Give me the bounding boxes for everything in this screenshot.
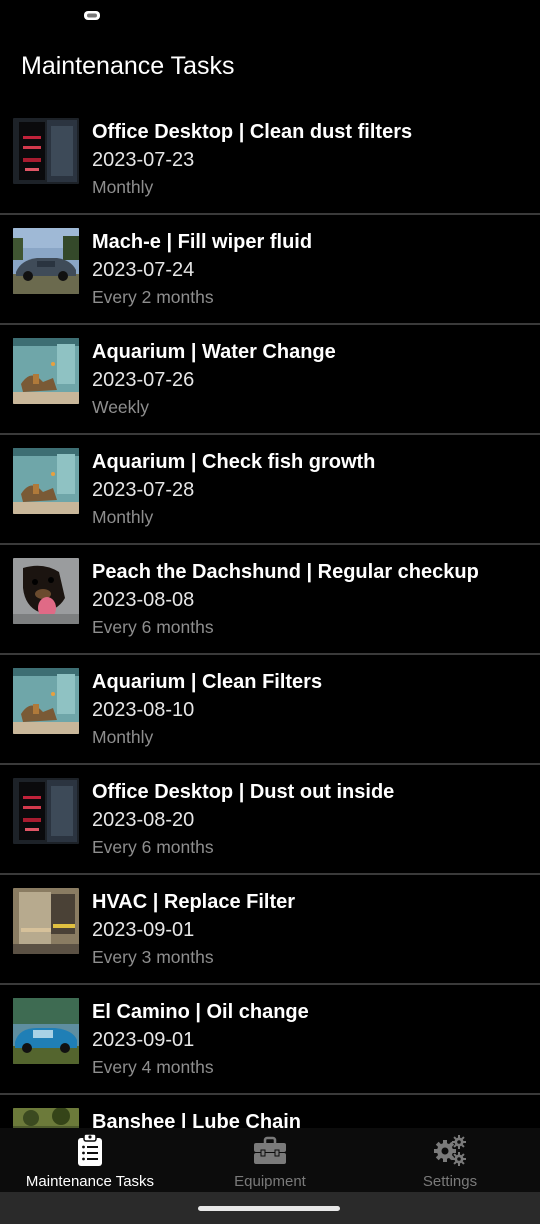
bottom-navigation: Maintenance Tasks Equipment Settings [0,1128,540,1192]
nav-item-equipment[interactable]: Equipment [180,1128,360,1192]
task-row[interactable]: El Camino | Oil change 2023-09-01 Every 4 … [0,985,540,1095]
task-due-date: 2023-08-08 [92,589,195,611]
task-row[interactable]: Mach-e | Fill wiper fluid 2023-07-24 Every… [0,215,540,325]
task-frequency: Weekly [92,397,150,417]
task-row[interactable]: Peach the Dachshund | Regular checkup 202… [0,545,540,655]
task-due-date: 2023-07-23 [92,149,195,171]
task-frequency: Monthly [92,177,154,197]
nav-label: Equipment [234,1173,306,1190]
task-thumbnail [13,778,79,844]
task-row[interactable]: HVAC | Replace Filter 2023-09-01 Every 3 m… [0,875,540,985]
task-due-date: 2023-09-01 [92,1029,195,1051]
gesture-bar [0,1192,540,1224]
task-frequency: Every 6 months [92,617,214,637]
task-title: Office Desktop | Dust out inside [92,781,395,803]
task-row[interactable]: Aquarium | Clean Filters 2023-08-10 Monthl… [0,655,540,765]
nav-item-settings[interactable]: Settings [360,1128,540,1192]
task-list[interactable]: Office Desktop | Clean dust filters 2023-… [0,105,540,1128]
task-thumbnail [13,448,79,514]
task-row[interactable]: Aquarium | Check fish growth 2023-07-28 Mo… [0,435,540,545]
task-row[interactable]: Office Desktop | Dust out inside 2023-08-… [0,765,540,875]
task-due-date: 2023-07-24 [92,259,195,281]
task-text: Aquarium | Water Change 2023-07-26 Weekly [92,340,336,418]
task-text: HVAC | Replace Filter 2023-09-01 Every 3 m… [92,890,295,968]
task-title: Aquarium | Check fish growth [92,451,376,473]
task-title: El Camino | Oil change [92,1001,309,1023]
task-text: Aquarium | Check fish growth 2023-07-28 Mo… [92,450,375,528]
nav-label: Maintenance Tasks [25,1173,155,1190]
task-title: Mach-e | Fill wiper fluid [92,231,313,253]
gears-icon [434,1135,466,1166]
task-thumbnail [13,338,79,404]
task-thumbnail [13,1108,79,1128]
notification-icon [84,11,100,20]
home-handle[interactable] [198,1206,340,1211]
task-text: Peach the Dachshund | Regular checkup 202… [92,560,479,638]
task-frequency: Every 6 months [92,837,214,857]
task-frequency: Every 2 months [92,287,214,307]
status-bar [0,0,540,32]
task-thumbnail [13,668,79,734]
task-text: Banshee | Lube Chain [92,1110,301,1128]
nav-label: Settings [422,1173,478,1190]
task-title: Aquarium | Clean Filters [92,671,323,693]
clipboard-list-icon [78,1133,102,1166]
task-row[interactable]: Banshee | Lube Chain [0,1095,540,1128]
task-title: HVAC | Replace Filter [92,891,296,913]
task-due-date: 2023-08-10 [92,699,195,721]
task-frequency: Monthly [92,507,154,527]
task-thumbnail [13,888,79,954]
task-due-date: 2023-07-26 [92,369,195,391]
task-thumbnail [13,998,79,1064]
task-due-date: 2023-07-28 [92,479,195,501]
task-title: Office Desktop | Clean dust filters [92,121,413,143]
task-text: Office Desktop | Clean dust filters 2023-… [92,120,412,198]
task-row[interactable]: Aquarium | Water Change 2023-07-26 Weekly [0,325,540,435]
task-frequency: Every 3 months [92,947,214,967]
task-text: El Camino | Oil change 2023-09-01 Every 4 … [92,1000,309,1078]
task-title: Aquarium | Water Change [92,341,336,363]
task-frequency: Every 4 months [92,1057,214,1077]
task-text: Office Desktop | Dust out inside 2023-08-… [92,780,394,858]
task-thumbnail [13,558,79,624]
task-title: Peach the Dachshund | Regular checkup [92,561,479,583]
task-title: Banshee | Lube Chain [92,1111,301,1128]
task-row[interactable]: Office Desktop | Clean dust filters 2023-… [0,105,540,215]
page-title: Maintenance Tasks [21,52,235,80]
task-thumbnail [13,118,79,184]
task-due-date: 2023-09-01 [92,919,195,941]
task-thumbnail [13,228,79,294]
task-frequency: Monthly [92,727,154,747]
toolbox-icon [254,1136,286,1164]
nav-item-maintenance-tasks[interactable]: Maintenance Tasks [0,1128,180,1192]
task-text: Aquarium | Clean Filters 2023-08-10 Monthl… [92,670,322,748]
task-due-date: 2023-08-20 [92,809,195,831]
task-text: Mach-e | Fill wiper fluid 2023-07-24 Every… [92,230,312,308]
